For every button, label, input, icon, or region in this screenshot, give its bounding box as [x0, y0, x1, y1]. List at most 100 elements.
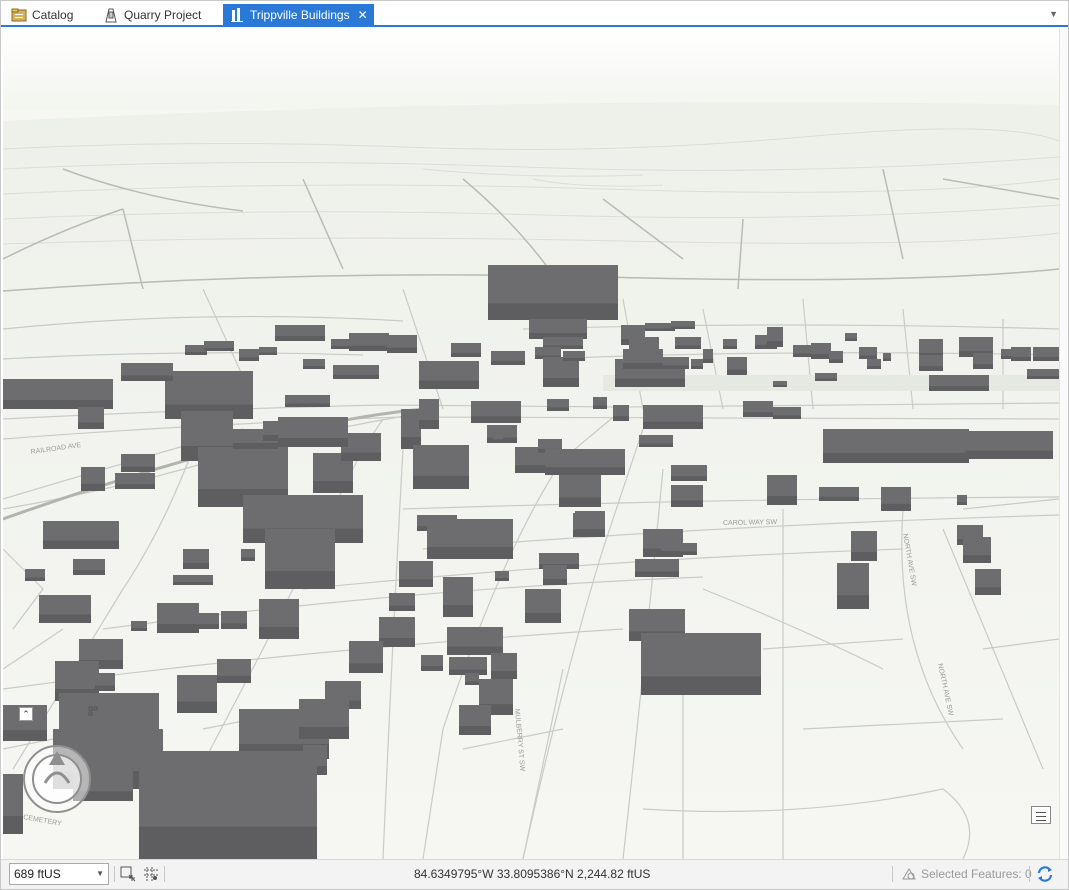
building-facade: [73, 570, 105, 575]
building-facade: [427, 547, 513, 559]
chevron-down-icon[interactable]: ▼: [1049, 9, 1058, 19]
building-facade: [543, 579, 567, 585]
building-facade: [221, 623, 247, 629]
building-facade: [399, 579, 433, 587]
building-facade: [421, 666, 443, 671]
building-facade: [139, 826, 317, 859]
building-facade: [419, 420, 439, 429]
building-facade: [743, 412, 773, 417]
building-facade: [851, 552, 877, 561]
view-tab-strip: Catalog Quarry Project Trippville Buildi…: [1, 1, 1068, 27]
building-facade: [313, 481, 353, 493]
building-facade: [331, 346, 353, 349]
scene-icon: [229, 7, 245, 23]
building-facade: [845, 338, 857, 341]
building-facade: [773, 415, 801, 419]
building-facade: [349, 345, 389, 351]
building-facade: [3, 730, 47, 741]
building-facade: [263, 435, 278, 441]
building-facade: [115, 484, 155, 489]
building-facade: [661, 550, 681, 555]
building-facade: [593, 405, 607, 409]
building-facade: [881, 503, 911, 511]
building-facade: [299, 727, 349, 739]
building-facade: [278, 438, 348, 447]
building-facade: [333, 374, 379, 379]
building-facade: [173, 582, 213, 585]
close-tab-icon[interactable]: ✕: [358, 8, 368, 22]
building-facade: [975, 587, 1001, 595]
snapping-icon: [120, 866, 136, 882]
building-facade: [413, 475, 469, 489]
building-facade: [43, 540, 119, 549]
building-facade: [349, 663, 383, 673]
building-facade: [259, 352, 277, 355]
building-facade: [285, 403, 330, 407]
on-screen-navigator-icon[interactable]: [21, 743, 93, 815]
street-label: CAROL WAY SW: [723, 519, 778, 527]
cursor-coordinates: 84.6349795°W 33.8095386°N 2,244.82 ftUS: [414, 867, 651, 881]
building-facade: [641, 676, 761, 695]
divider: [892, 866, 893, 882]
divider: [114, 866, 115, 882]
building-facade: [615, 378, 685, 387]
building-facade: [387, 347, 417, 353]
layer-list-icon[interactable]: [1031, 806, 1051, 824]
scene-map-view[interactable]: CAROL WAY SW NORTH AVE SW RAILROAD AVE N…: [3, 29, 1059, 859]
building-facade: [1033, 356, 1059, 361]
cursor-crosshair-icon: [88, 706, 98, 716]
building-facade: [239, 357, 259, 361]
tab-trippville-buildings[interactable]: Trippville Buildings ✕: [223, 4, 374, 26]
building-facade: [973, 364, 993, 369]
building-facade: [829, 359, 843, 363]
tab-quarry-project[interactable]: Quarry Project: [97, 4, 207, 26]
building-facade: [25, 577, 45, 581]
building-facade: [185, 352, 207, 355]
building-facade: [691, 366, 703, 369]
building-facade: [919, 366, 943, 371]
snapping-toggle-button[interactable]: [118, 864, 138, 884]
building-facade: [515, 465, 545, 473]
building-facade: [204, 348, 234, 351]
building-facade: [131, 628, 147, 631]
building-facade: [525, 612, 561, 623]
refresh-icon[interactable]: [1035, 864, 1055, 884]
building-facade: [217, 675, 251, 683]
scale-value: 689 ftUS: [14, 867, 61, 881]
building-facade: [811, 354, 831, 359]
building-facade: [643, 362, 661, 367]
building-facade: [303, 366, 325, 369]
building-facade: [575, 529, 605, 537]
building-facade: [963, 555, 991, 563]
grid-toggle-button[interactable]: [141, 864, 161, 884]
building-facade: [259, 627, 299, 639]
building-facade: [459, 726, 491, 735]
building-facade: [265, 571, 335, 589]
building-facade: [491, 671, 517, 679]
building-facade: [39, 614, 91, 623]
building-facade: [443, 605, 473, 617]
building-facade: [703, 358, 713, 363]
tab-catalog[interactable]: Catalog: [5, 4, 79, 26]
building-facade: [559, 497, 601, 507]
building-facade: [613, 416, 629, 421]
building-facade: [635, 571, 679, 577]
map-scale-dropdown[interactable]: 689 ftUS ▼: [9, 863, 109, 885]
building-facade: [645, 328, 675, 331]
building-facade: [1011, 356, 1031, 361]
building-facade: [767, 496, 797, 505]
tab-label: Trippville Buildings: [250, 8, 350, 22]
building-facade: [773, 385, 787, 387]
building-facade: [121, 375, 173, 381]
building-facade: [867, 366, 881, 369]
vertical-scrollbar[interactable]: [1059, 29, 1068, 859]
building-facade: [859, 355, 877, 359]
building-facade: [675, 345, 701, 349]
expand-navigator-button[interactable]: ⌃: [19, 707, 33, 721]
building-facade: [275, 336, 325, 341]
selected-features-indicator[interactable]: Selected Features: 0: [901, 867, 1032, 881]
building-facade: [727, 369, 747, 375]
building-facade: [823, 452, 969, 463]
building-facade: [767, 341, 783, 347]
building-facade: [837, 595, 869, 609]
